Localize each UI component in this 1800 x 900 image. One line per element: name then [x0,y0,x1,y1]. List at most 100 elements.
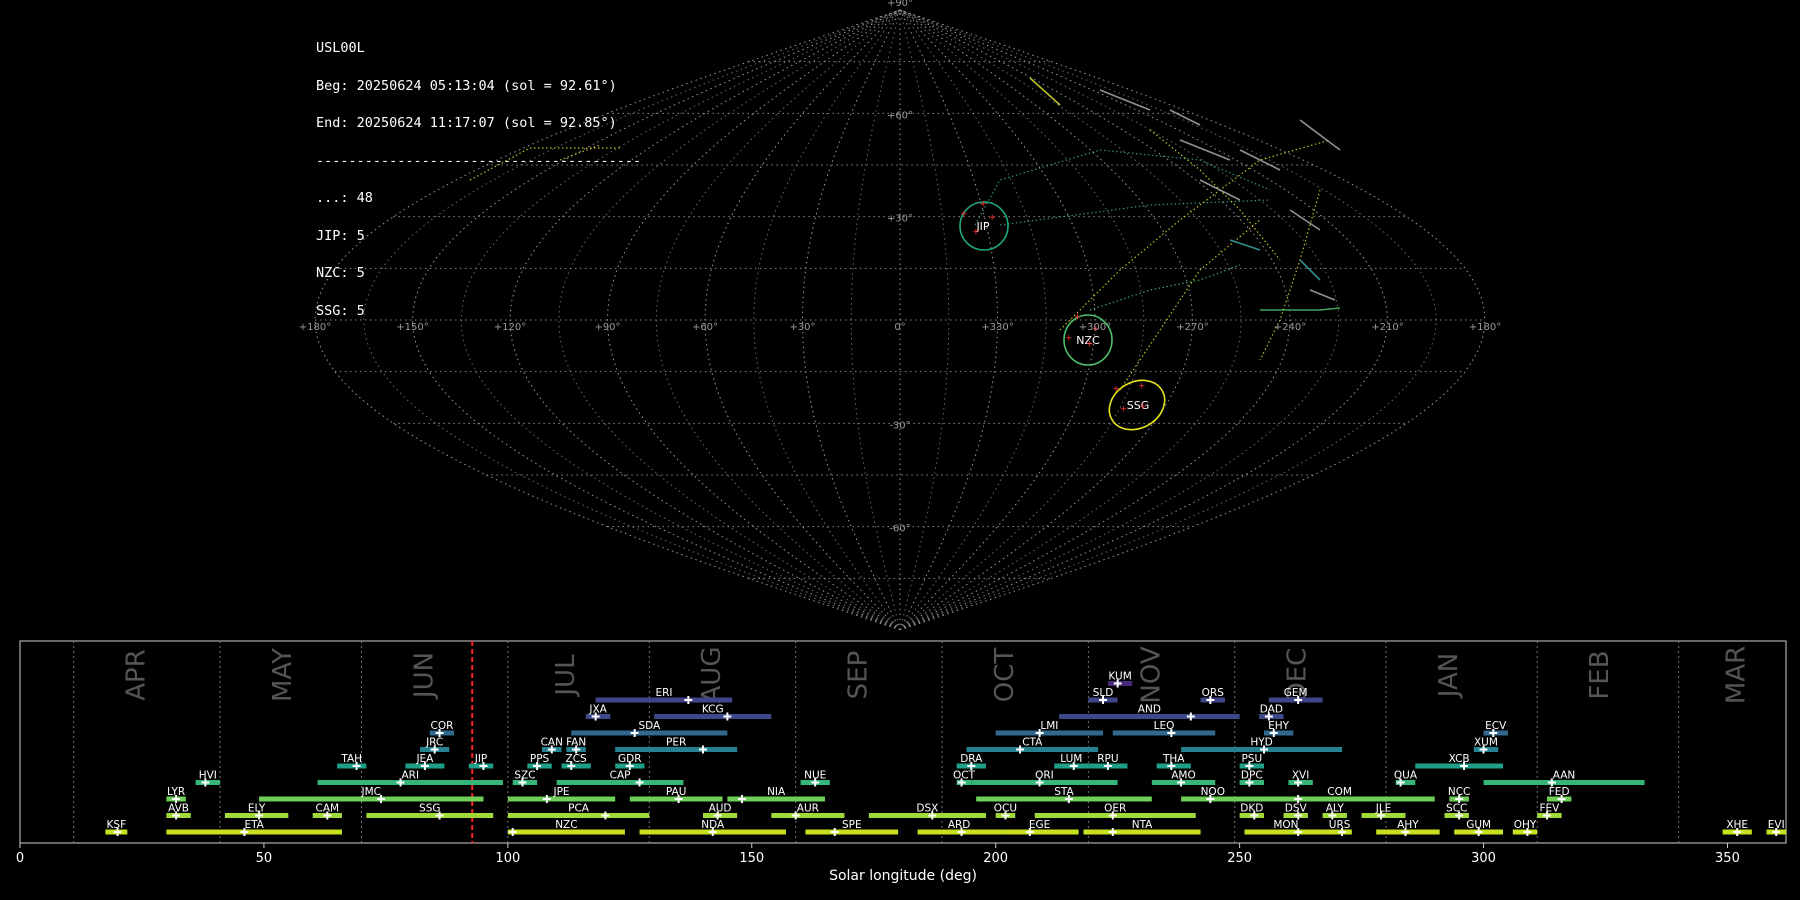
shower-label-oer: OER [1104,803,1126,815]
lon-label: 0° [894,322,905,333]
shower-label-ari: ARI [401,770,419,782]
radiant-point: + [988,213,996,223]
shower-label-lum: LUM [1060,753,1082,765]
meteor-track [999,199,1271,226]
shower-label-ocu: OCU [994,803,1017,815]
shower-label-nta: NTA [1132,819,1153,831]
shower-label-pau: PAU [666,786,687,798]
meteor-track [1260,307,1341,311]
shower-label-psu: PSU [1241,753,1262,765]
month-label: JAN [1434,653,1464,699]
shower-label-ssg: SSG [419,803,440,815]
sky-map: JIP++++NZC++++SSG++ ++ +90° +60° +30° -30° -6… [299,0,1501,630]
shower-label-amo: AMO [1171,770,1196,782]
radiant-point: + [1112,385,1120,395]
lat-label: +60° [887,110,913,121]
shower-label-ely: ELY [248,803,266,815]
month-label: AUG [697,647,727,704]
x-tick-label: 100 [495,851,520,866]
sky-grid [314,9,1486,630]
shower-label-aud: AUD [709,803,732,815]
shower-label-xvi: XVI [1292,770,1309,782]
lon-label: +150° [396,322,428,333]
x-tick-label: 200 [983,851,1008,866]
x-tick-label: 50 [256,851,273,866]
lon-label: +180° [299,322,331,333]
shower-label-dad: DAD [1260,704,1283,716]
meteor-track [1299,259,1321,281]
lon-label: +330° [981,322,1013,333]
shower-label-nia: NIA [767,786,786,798]
shower-label-aly: ALY [1326,803,1345,815]
shower-label-leo: LEO [1154,720,1175,732]
shower-label-jip: JIP [474,753,488,765]
radiants: JIP++++NZC++++SSG++ ++ [959,200,1166,431]
shower-label-sld: SLD [1093,687,1114,699]
shower-label-fed: FED [1549,786,1570,798]
lat-label: +30° [887,214,913,225]
shower-label-nue: NUE [804,770,826,782]
meteor-track [1179,139,1231,161]
shower-label-avb: AVB [168,803,189,815]
shower-label-ncc: NCC [1448,786,1471,798]
shower-label-can: CAN [541,737,563,749]
shower-label-scc: SCC [1446,803,1467,815]
meteor-track [469,147,620,181]
shower-label-rpu: RPU [1097,753,1118,765]
shower-label-jpe: JPE [552,786,569,798]
shower-label-tha: THA [1162,753,1185,765]
shower-label-cap: CAP [610,770,631,782]
shower-label-ecv: ECV [1485,720,1507,732]
shower-label-per: PER [666,737,686,749]
shower-label-ege: EGE [1029,819,1050,831]
meteor-track [1169,109,1201,126]
shower-label-jrc: JRC [425,737,443,749]
shower-label-tah: TAH [340,753,362,765]
shower-label-eta: ETA [244,819,264,831]
shower-label-ahy: AHY [1397,819,1419,831]
shower-label-ors: ORS [1202,687,1225,699]
x-tick-label: 300 [1471,851,1496,866]
meteor-track [1059,139,1331,331]
lon-label: +180° [1469,322,1501,333]
shower-label-xcb: XCB [1449,753,1470,765]
shower-label-nda: NDA [701,819,725,831]
lon-label: +120° [494,322,526,333]
shower-label-lmi: LMI [1040,720,1058,732]
month-label: MAY [268,648,298,702]
meteor-track [559,144,601,161]
lon-label: +30° [789,322,815,333]
lon-label: +270° [1176,322,1208,333]
shower-label-and: AND [1138,704,1161,716]
timeline-background: APR MAY JUN JUL AUG SEP OCT NOV DEC JAN FEB MAR [19,640,1787,844]
shower-label-qua: QUA [1394,770,1418,782]
shower-label-sda: SDA [638,720,661,732]
month-label: JUL [551,654,581,698]
meteor-track [974,149,1271,226]
month-label: OCT [990,648,1020,703]
lat-label: -30° [889,420,910,431]
meteor-track [1309,289,1336,301]
shower-label-ohy: OHY [1514,819,1537,831]
lon-label: +90° [594,322,620,333]
month-label: FEB [1585,650,1615,699]
shower-label-eri: ERI [655,687,672,699]
month-label: JUN [409,652,439,700]
shower-label-ori: ORI [1035,770,1054,782]
shower-label-dpc: DPC [1241,770,1263,782]
shower-label-jxa: JXA [588,704,607,716]
shower-label-nzc: NZC [555,819,577,831]
meteor-track [1229,239,1261,251]
meteor-track [1259,189,1321,361]
shower-label-fan: FAN [566,737,586,749]
shower-label-aur: AUR [797,803,819,815]
lon-label: +210° [1371,322,1403,333]
shower-label-ehy: EHY [1268,720,1290,732]
shower-label-zcs: ZCS [566,753,588,765]
shower-label-hvi: HVI [199,770,217,782]
shower-label-gum: GUM [1466,819,1491,831]
lat-label: +90° [887,0,913,9]
x-tick-label: 250 [1227,851,1252,866]
lon-label: +300° [1079,322,1111,333]
radiant-point: + [1065,333,1073,343]
